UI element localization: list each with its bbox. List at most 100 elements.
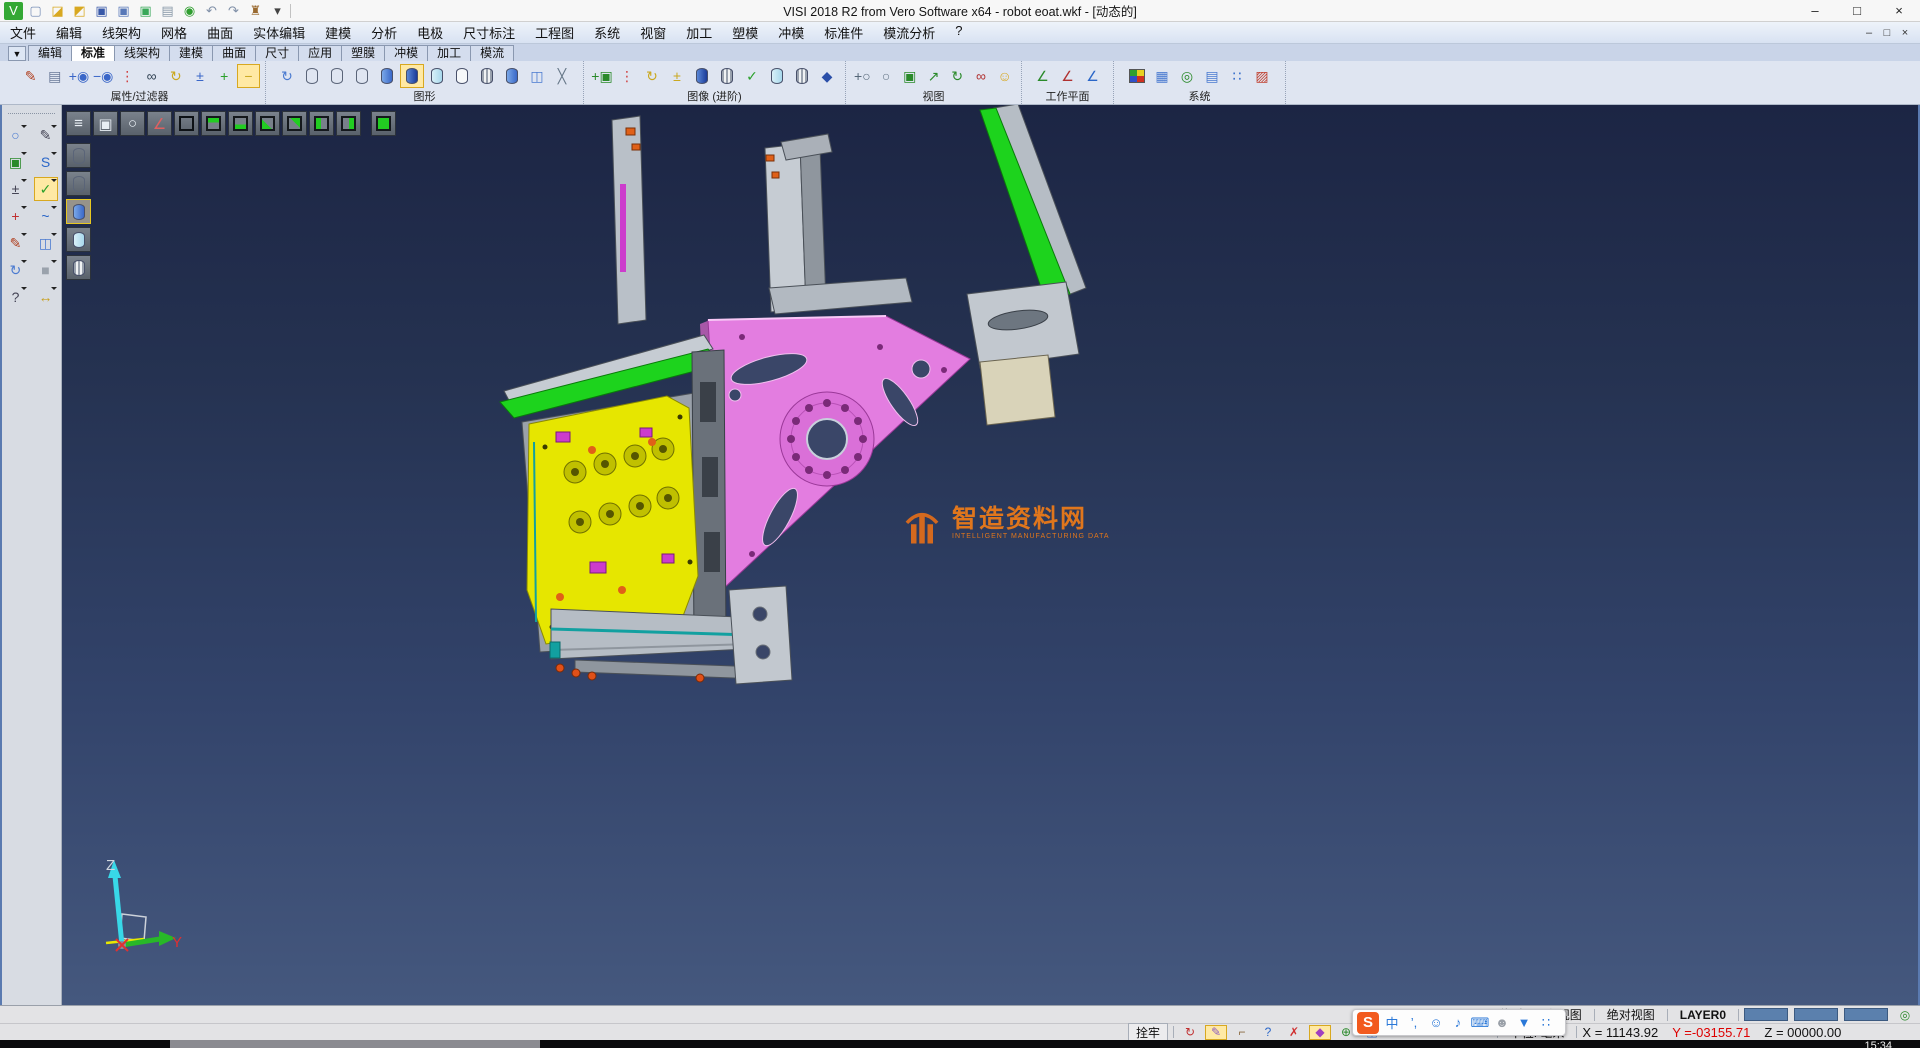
sketch-erase-icon[interactable]: ✎ <box>34 123 58 147</box>
shade-copy-icon[interactable]: ◫ <box>525 64 549 88</box>
print-icon[interactable]: ▤ <box>158 2 177 20</box>
history-icon[interactable]: ♜ <box>246 2 265 20</box>
regen-icon[interactable]: ↻ <box>275 64 299 88</box>
menu-item[interactable]: 塑模 <box>722 22 768 43</box>
menu-item[interactable]: 标准件 <box>814 22 873 43</box>
menu-item[interactable]: 系统 <box>584 22 630 43</box>
measure-icon[interactable]: ↔ <box>34 285 58 309</box>
layer-color-swatch[interactable] <box>1844 1008 1888 1021</box>
adv-cyl-hatch2-icon[interactable] <box>790 64 814 88</box>
menu-item[interactable]: 分析 <box>361 22 407 43</box>
redo-icon[interactable]: ↷ <box>224 2 243 20</box>
nc-plane-icon[interactable]: ▨ <box>1250 64 1274 88</box>
adv-traffic-icon[interactable]: ⋮ <box>615 64 639 88</box>
shade-edges-icon[interactable] <box>400 64 424 88</box>
menu-item[interactable]: 建模 <box>315 22 361 43</box>
ucs-move-icon[interactable]: + <box>4 204 28 228</box>
close-button[interactable]: × <box>1878 0 1920 21</box>
paint-stack-icon[interactable]: ✎ <box>4 231 28 255</box>
ime-toolbox-icon[interactable]: ∷ <box>1537 1013 1555 1033</box>
preview-icon[interactable]: ◉ <box>180 2 199 20</box>
solid-box-icon[interactable]: ■ <box>34 258 58 282</box>
graphics-settings-icon[interactable]: ╳ <box>550 64 574 88</box>
qa-dropdown-icon[interactable]: ▾ <box>268 2 287 20</box>
shade-flat-icon[interactable] <box>450 64 474 88</box>
undo-icon[interactable]: ↶ <box>202 2 221 20</box>
menu-item[interactable]: 加工 <box>676 22 722 43</box>
select-window-icon[interactable]: ▣ <box>4 150 28 174</box>
layer-color-swatch[interactable] <box>1744 1008 1788 1021</box>
adv-glass-box-icon[interactable] <box>765 64 789 88</box>
menu-item[interactable]: 模流分析 <box>873 22 945 43</box>
shade-dashed-icon[interactable] <box>350 64 374 88</box>
adv-add-solids-icon[interactable]: +▣ <box>590 64 614 88</box>
adv-toggle-icon[interactable]: ± <box>665 64 689 88</box>
window-grid-icon[interactable]: ◫ <box>34 231 58 255</box>
toolbar-tab[interactable]: 曲面 <box>212 45 256 61</box>
add-visible-icon[interactable]: + <box>213 64 236 88</box>
render-face-icon[interactable]: ☺ <box>993 64 1016 88</box>
view-mode-indicator[interactable]: 绝对视图 <box>1600 1006 1662 1023</box>
ime-mode-icon[interactable]: 中 <box>1383 1013 1401 1033</box>
pan-arrow-icon[interactable]: ↗ <box>922 64 945 88</box>
menu-item[interactable]: 网格 <box>151 22 197 43</box>
ime-mic-icon[interactable]: ♪ <box>1449 1013 1467 1033</box>
shade-wireframe-icon[interactable] <box>300 64 324 88</box>
toolbar-tab[interactable]: 模流 <box>470 45 514 61</box>
toolbar-tab[interactable]: 建模 <box>169 45 213 61</box>
workplane-align-icon[interactable]: ∠ <box>1056 64 1080 88</box>
search-filter-icon[interactable]: ∞ <box>140 64 163 88</box>
menu-item[interactable]: 电极 <box>407 22 453 43</box>
adv-refresh-icon[interactable]: ↻ <box>640 64 664 88</box>
curve-tool-icon[interactable]: ~ <box>34 204 58 228</box>
calculator-icon[interactable]: ▦ <box>1150 64 1174 88</box>
help-icon[interactable]: ? <box>4 285 28 309</box>
adv-check-icon[interactable]: ✓ <box>740 64 764 88</box>
save-icon[interactable]: ▣ <box>92 2 111 20</box>
save-all-icon[interactable]: ▣ <box>136 2 155 20</box>
status-delete-icon[interactable]: ✗ <box>1283 1025 1305 1040</box>
app-logo-icon[interactable]: V <box>4 2 23 20</box>
status-ucs-icon[interactable]: ◆ <box>1309 1025 1331 1040</box>
hide-entities-icon[interactable]: −◉ <box>92 64 115 88</box>
ime-punct-icon[interactable]: ’, <box>1405 1013 1423 1033</box>
toolbar-tab[interactable]: 冲模 <box>384 45 428 61</box>
import-folder-icon[interactable]: ◩ <box>70 2 89 20</box>
new-file-icon[interactable]: ▢ <box>26 2 45 20</box>
status-refresh-icon[interactable]: ↻ <box>1179 1025 1201 1040</box>
network-globe-icon[interactable]: ◎ <box>1894 1007 1916 1022</box>
active-layer-indicator[interactable]: LAYER0 <box>1673 1008 1733 1022</box>
shade-transparent-icon[interactable] <box>425 64 449 88</box>
mdi-close-button[interactable]: × <box>1896 27 1914 39</box>
adv-solid-cube-icon[interactable]: ◆ <box>815 64 839 88</box>
zoom-plusminus-icon[interactable]: ± <box>4 177 28 201</box>
maximize-button[interactable]: □ <box>1836 0 1878 21</box>
open-folder-icon[interactable]: ◪ <box>48 2 67 20</box>
workplane-origin-icon[interactable]: ∠ <box>1031 64 1055 88</box>
snap-grid-icon[interactable]: ∷ <box>1225 64 1249 88</box>
spline-edit-icon[interactable]: S <box>34 150 58 174</box>
show-entities-icon[interactable]: +◉ <box>67 64 90 88</box>
toolbar-grip[interactable] <box>8 113 55 117</box>
menu-item[interactable]: 尺寸标注 <box>453 22 525 43</box>
isolate-icon[interactable]: − <box>237 64 260 88</box>
toolbar-tab[interactable]: 编辑 <box>28 45 72 61</box>
menu-item[interactable]: 文件 <box>0 22 46 43</box>
ime-keyboard-icon[interactable]: ⌨ <box>1471 1013 1489 1033</box>
minimize-button[interactable]: – <box>1794 0 1836 21</box>
tab-dropdown-button[interactable]: ▼ <box>8 46 26 61</box>
status-help-icon[interactable]: ? <box>1257 1025 1279 1040</box>
attr-page-eye-icon[interactable]: ▤ <box>43 64 66 88</box>
sogou-logo-icon[interactable]: S <box>1357 1012 1379 1034</box>
rotate-view-icon[interactable]: ↻ <box>946 64 969 88</box>
menu-item[interactable]: 编辑 <box>46 22 92 43</box>
toolbar-tab[interactable]: 标准 <box>71 45 115 61</box>
toolbar-tab[interactable]: 尺寸 <box>255 45 299 61</box>
3d-viewport[interactable]: ≡ ▣ ○ ∠ <box>62 105 1918 1005</box>
menu-item[interactable]: 线架构 <box>92 22 151 43</box>
toolbar-tab[interactable]: 应用 <box>298 45 342 61</box>
system-globe-icon[interactable]: ◎ <box>1175 64 1199 88</box>
zoom-dynamic-icon[interactable]: ○ <box>4 123 28 147</box>
adv-cyl-striped-icon[interactable] <box>715 64 739 88</box>
shade-hidden-line-icon[interactable] <box>325 64 349 88</box>
